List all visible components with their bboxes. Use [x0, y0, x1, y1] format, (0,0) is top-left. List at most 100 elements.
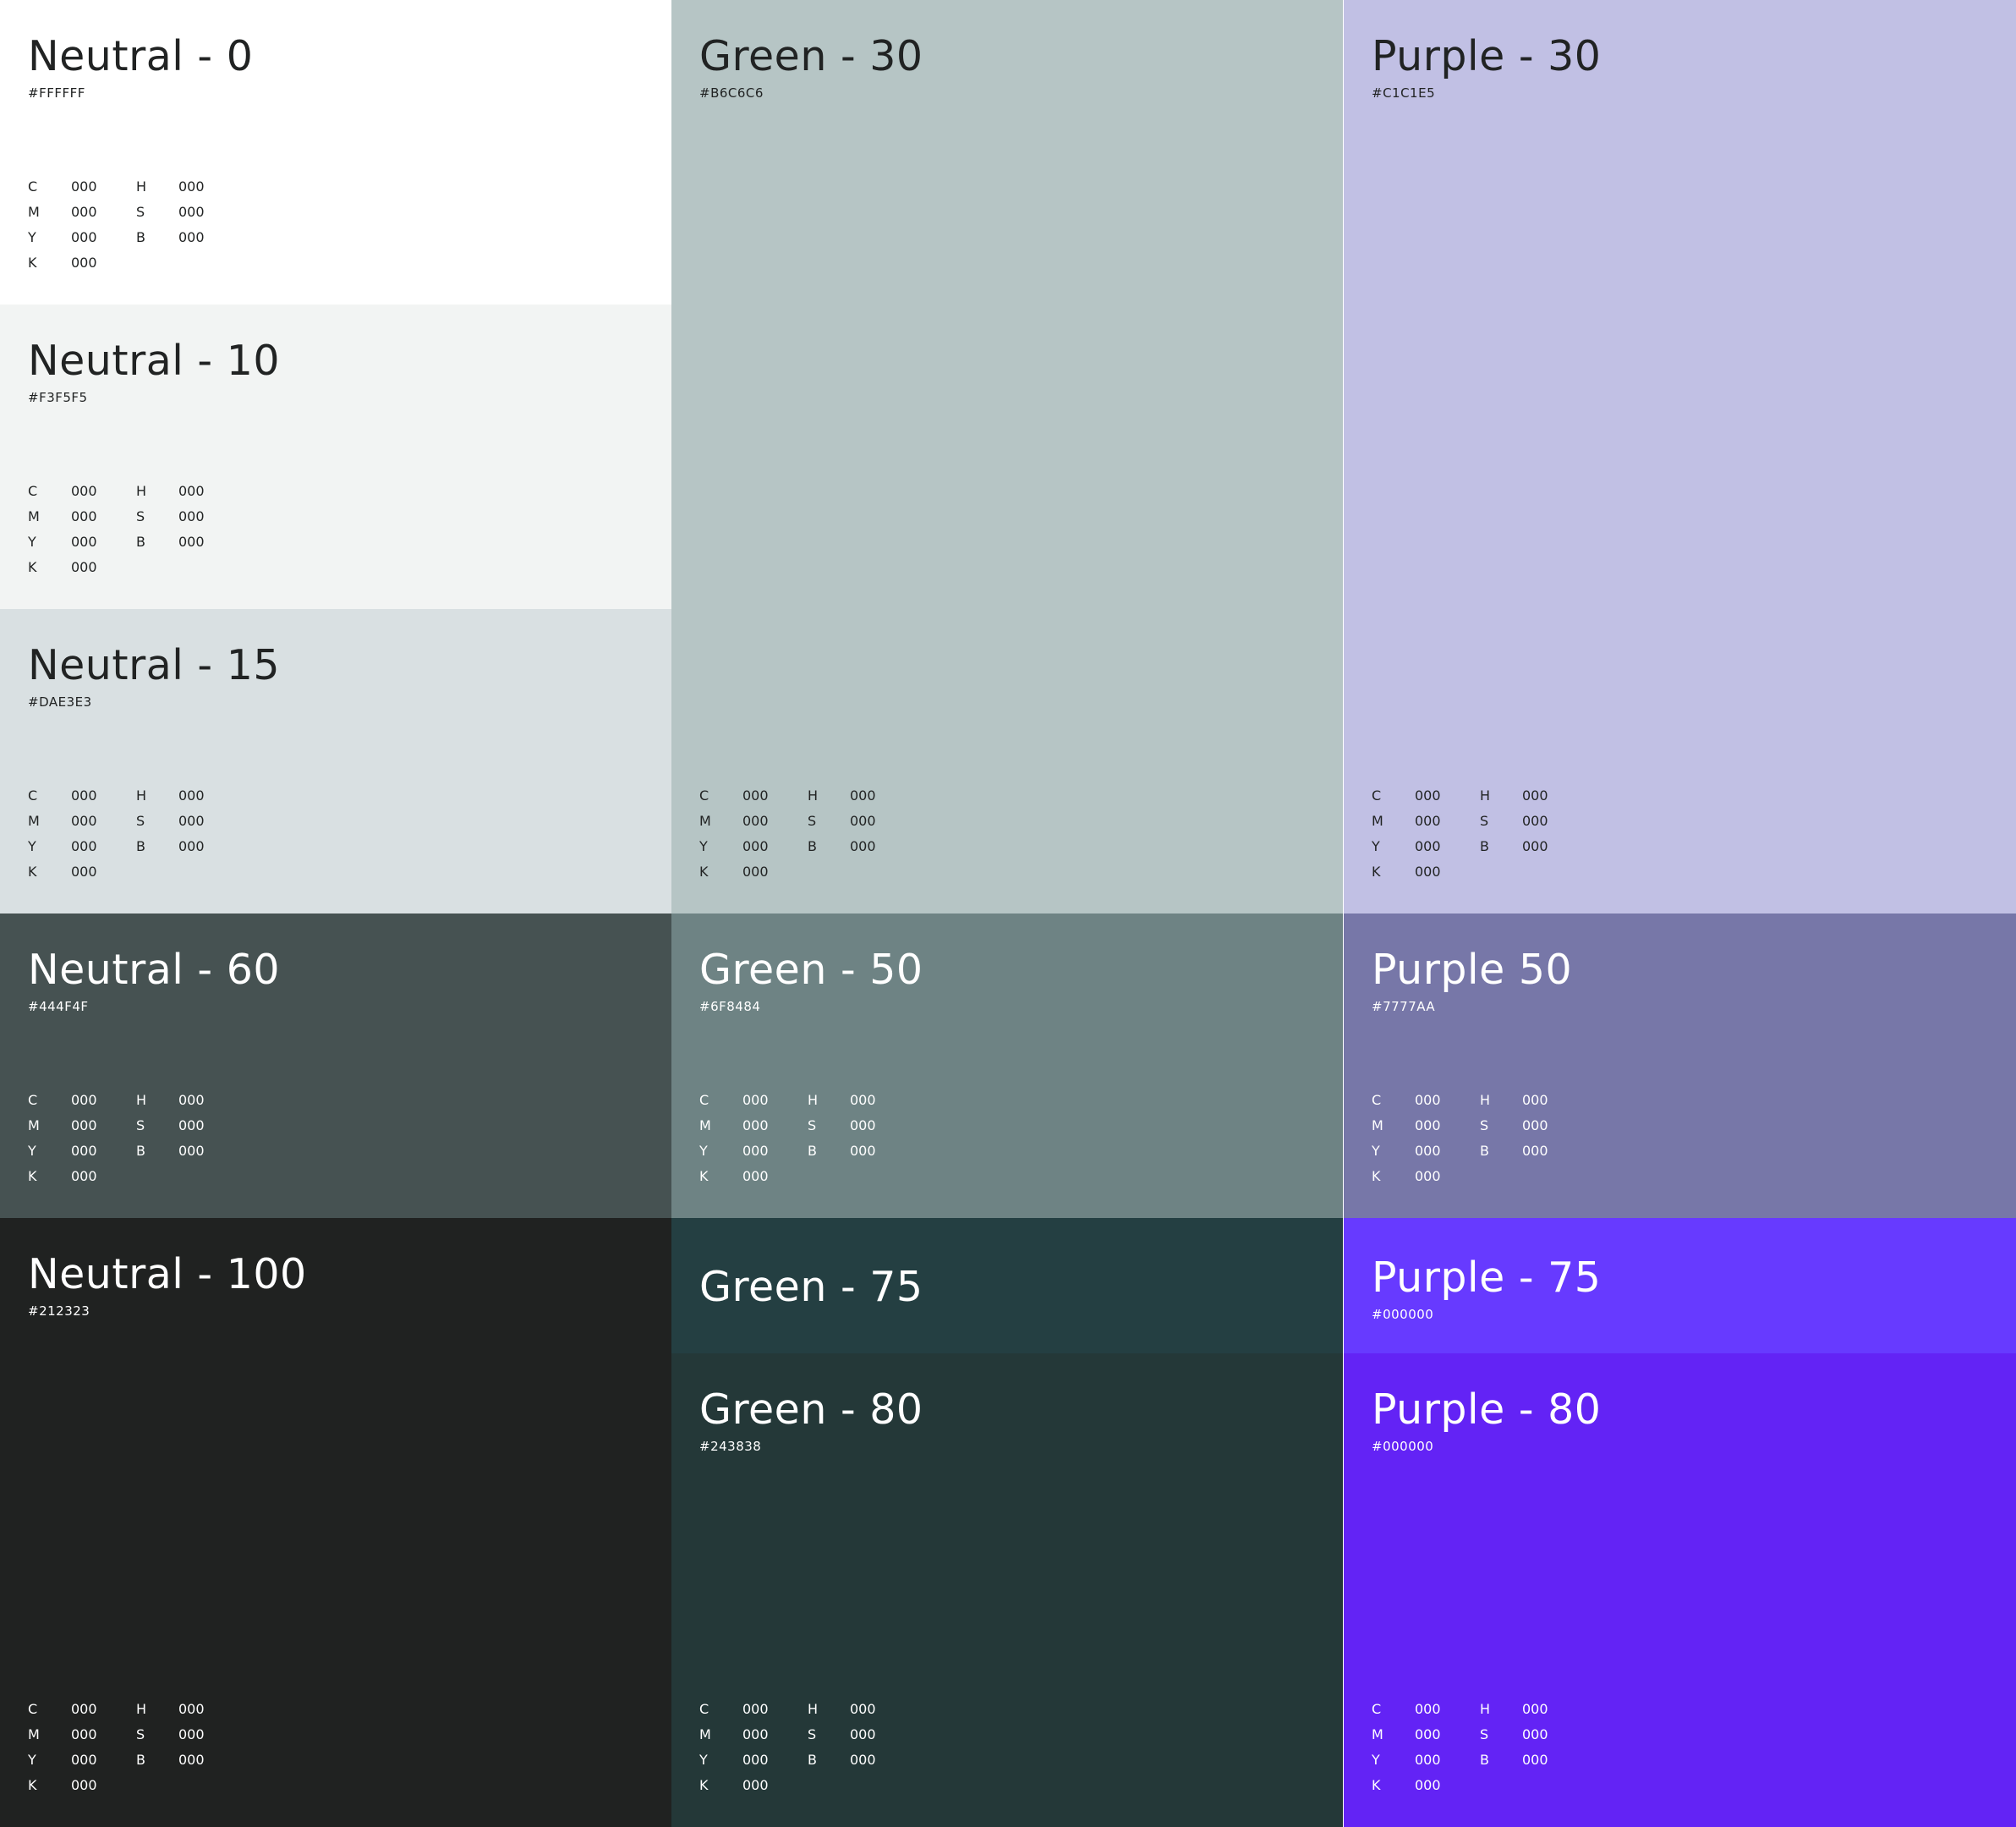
h-value: 000 [178, 1701, 205, 1717]
y-label: Y [1372, 1752, 1380, 1768]
c-value: 000 [1415, 1701, 1441, 1717]
swatch-purple-80: Purple - 80 #000000 C 000 H 000 M 000 S 000 Y 000… [1344, 1353, 2016, 1827]
b-value: 000 [850, 1143, 876, 1159]
color-values: C 000 H 000 M 000 S 000 Y 000 B 000 K 000 [28, 180, 231, 273]
b-value: 000 [178, 229, 205, 245]
b-label: B [808, 1752, 817, 1768]
c-value: 000 [71, 1092, 97, 1108]
k-value: 000 [71, 559, 97, 575]
swatch-hex: #FFFFFF [28, 85, 85, 101]
k-value: 000 [71, 255, 97, 271]
swatch-hex: #444F4F [28, 999, 89, 1014]
swatch-purple-30: Purple - 30 #C1C1E5 C 000 H 000 M 000 S 000 Y 000… [1344, 0, 2016, 914]
y-label: Y [28, 838, 36, 854]
color-values: C 000 H 000 M 000 S 000 Y 000 B 000 K 000 [1372, 789, 1575, 882]
b-value: 000 [1522, 1752, 1548, 1768]
c-label: C [1372, 1701, 1382, 1717]
y-label: Y [1372, 838, 1380, 854]
k-label: K [28, 1168, 37, 1184]
c-value: 000 [742, 787, 769, 804]
k-label: K [699, 864, 709, 880]
k-value: 000 [1415, 864, 1441, 880]
c-label: C [28, 1701, 38, 1717]
s-label: S [136, 1117, 145, 1133]
c-label: C [28, 178, 38, 195]
swatch-hex: #B6C6C6 [699, 85, 764, 101]
y-label: Y [28, 229, 36, 245]
m-label: M [28, 813, 40, 829]
y-label: Y [28, 1143, 36, 1159]
k-value: 000 [71, 1777, 97, 1793]
h-value: 000 [850, 1701, 876, 1717]
swatch-title: Purple - 80 [1372, 1385, 1602, 1434]
y-label: Y [28, 1752, 36, 1768]
swatch-green-80: Green - 80 #243838 C 000 H 000 M 000 S 000 Y 000 B… [671, 1353, 1343, 1827]
s-value: 000 [850, 813, 876, 829]
b-label: B [808, 1143, 817, 1159]
m-label: M [1372, 1726, 1383, 1742]
k-value: 000 [71, 1168, 97, 1184]
h-value: 000 [178, 483, 205, 499]
k-label: K [28, 864, 37, 880]
swatch-hex: #6F8484 [699, 999, 761, 1014]
swatch-title: Neutral - 15 [28, 641, 281, 689]
m-value: 000 [1415, 1117, 1441, 1133]
b-label: B [1480, 1143, 1489, 1159]
y-value: 000 [71, 229, 97, 245]
h-value: 000 [1522, 1701, 1548, 1717]
s-value: 000 [178, 1117, 205, 1133]
color-values: C 000 H 000 M 000 S 000 Y 000 B 000 K 000 [699, 1703, 902, 1796]
b-label: B [1480, 1752, 1489, 1768]
c-label: C [699, 1701, 709, 1717]
swatch-title: Green - 80 [699, 1385, 923, 1434]
y-value: 000 [1415, 838, 1441, 854]
h-label: H [1480, 1092, 1491, 1108]
k-value: 000 [742, 1777, 769, 1793]
s-value: 000 [850, 1726, 876, 1742]
swatch-purple-50: Purple 50 #7777AA C 000 H 000 M 000 S 000 Y 000 B 0… [1344, 914, 2016, 1218]
b-value: 000 [178, 1752, 205, 1768]
c-value: 000 [1415, 787, 1441, 804]
s-value: 000 [178, 204, 205, 220]
m-value: 000 [71, 1726, 97, 1742]
color-values: C 000 H 000 M 000 S 000 Y 000 B 000 K 000 [28, 1094, 231, 1187]
color-values: C 000 H 000 M 000 S 000 Y 000 B 000 K 000 [1372, 1703, 1575, 1796]
swatch-hex: #DAE3E3 [28, 694, 92, 710]
swatch-hex: #212323 [28, 1303, 90, 1319]
color-values: C 000 H 000 M 000 S 000 Y 000 B 000 K 000 [28, 485, 231, 578]
c-value: 000 [71, 787, 97, 804]
color-values: C 000 H 000 M 000 S 000 Y 000 B 000 K 000 [699, 1094, 902, 1187]
m-value: 000 [71, 813, 97, 829]
k-label: K [1372, 864, 1381, 880]
m-value: 000 [71, 508, 97, 524]
y-value: 000 [742, 1143, 769, 1159]
b-label: B [136, 1143, 145, 1159]
swatch-neutral-0: Neutral - 0 #FFFFFF C 000 H 000 M 000 S 000 Y 000… [0, 0, 671, 304]
k-label: K [1372, 1777, 1381, 1793]
s-value: 000 [178, 1726, 205, 1742]
y-label: Y [699, 838, 708, 854]
swatch-title: Neutral - 10 [28, 337, 281, 385]
y-value: 000 [742, 1752, 769, 1768]
y-value: 000 [1415, 1752, 1441, 1768]
y-label: Y [699, 1752, 708, 1768]
y-value: 000 [71, 838, 97, 854]
b-value: 000 [1522, 1143, 1548, 1159]
m-label: M [1372, 813, 1383, 829]
m-label: M [28, 1117, 40, 1133]
color-values: C 000 H 000 M 000 S 000 Y 000 B 000 K 000 [699, 789, 902, 882]
swatch-green-75: Green - 75 [671, 1218, 1343, 1353]
s-value: 000 [178, 813, 205, 829]
h-label: H [136, 787, 147, 804]
h-label: H [136, 1092, 147, 1108]
k-label: K [699, 1168, 709, 1184]
m-label: M [699, 813, 711, 829]
m-value: 000 [742, 1117, 769, 1133]
swatch-title: Green - 30 [699, 32, 923, 80]
c-label: C [699, 1092, 709, 1108]
h-value: 000 [850, 787, 876, 804]
swatch-title: Green - 50 [699, 946, 923, 994]
b-value: 000 [178, 1143, 205, 1159]
h-label: H [136, 178, 147, 195]
swatch-title: Purple 50 [1372, 946, 1573, 994]
